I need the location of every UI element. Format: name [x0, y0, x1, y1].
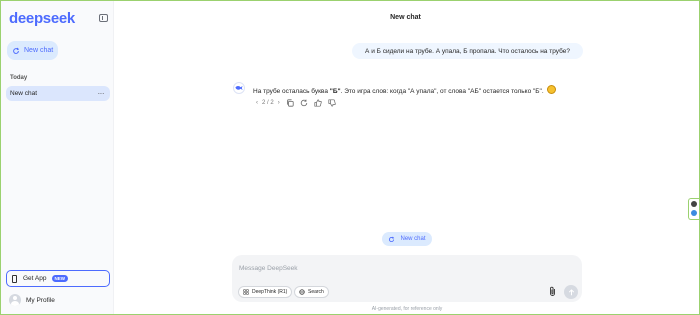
paperclip-icon[interactable]	[548, 286, 557, 297]
new-badge: NEW	[51, 275, 68, 282]
thumbs-down-icon[interactable]	[328, 99, 336, 107]
section-heading-today: Today	[10, 75, 28, 81]
search-label: Search	[308, 289, 324, 295]
response-pager: 2 / 2	[262, 100, 274, 106]
new-chat-label: New chat	[24, 47, 54, 54]
user-message-bubble: А и Б сидели на трубе. А упала, Б пропал…	[352, 43, 583, 59]
phone-icon	[12, 274, 17, 283]
my-profile-label: My Profile	[26, 296, 55, 304]
prev-response-icon[interactable]: ‹	[256, 100, 258, 106]
user-message-text: А и Б сидели на трубе. А упала, Б пропал…	[365, 47, 570, 55]
browser-extension-widget[interactable]	[688, 198, 699, 220]
regenerate-icon[interactable]	[300, 99, 308, 107]
thumbs-up-icon[interactable]	[314, 99, 322, 107]
assistant-message: На трубе осталась буква "Б". Это игра сл…	[253, 85, 557, 95]
chat-history-item[interactable]: New chat ···	[6, 86, 110, 101]
get-app-label: Get App	[23, 275, 47, 282]
get-app-button[interactable]: Get App NEW	[6, 270, 110, 287]
globe-icon	[299, 289, 305, 295]
more-options-icon[interactable]: ···	[98, 89, 105, 98]
message-input[interactable]	[237, 260, 561, 276]
deepseek-whale-icon	[233, 82, 245, 94]
new-chat-button[interactable]: New chat	[7, 41, 58, 60]
extension-badge-icon[interactable]	[691, 210, 697, 216]
avatar-icon	[9, 294, 21, 306]
arrow-up-icon	[568, 288, 574, 295]
search-toggle[interactable]: Search	[294, 286, 329, 298]
message-toolbar: ‹ 2 / 2 ›	[256, 99, 336, 107]
copy-icon[interactable]	[286, 99, 294, 107]
deepthink-label: DeepThink (R1)	[252, 289, 288, 295]
ai-disclaimer: AI-generated, for reference only	[371, 306, 443, 312]
new-chat-floating-button[interactable]: New chat	[382, 232, 432, 246]
next-response-icon[interactable]: ›	[278, 100, 280, 106]
assistant-text-bold: "Б"	[329, 88, 341, 95]
chat-history-item-label: New chat	[10, 90, 38, 97]
assistant-text-after: . Это игра слов: когда "А упала", от сло…	[340, 88, 544, 95]
atom-icon	[243, 289, 249, 295]
deepthink-toggle[interactable]: DeepThink (R1)	[238, 286, 293, 298]
extension-close-icon[interactable]	[691, 201, 697, 207]
sidebar: deepseek New chat Today New chat ··· Get…	[1, 1, 114, 314]
message-composer: DeepThink (R1) Search	[232, 255, 582, 302]
smile-emoji-icon	[547, 85, 557, 94]
new-chat-icon	[389, 236, 395, 242]
assistant-text-before: На трубе осталась буква	[253, 88, 330, 95]
sidebar-collapse-icon[interactable]	[99, 14, 108, 22]
my-profile-button[interactable]: My Profile	[9, 294, 55, 306]
new-chat-icon	[13, 47, 20, 54]
deepseek-logo[interactable]: deepseek	[9, 10, 75, 27]
page-title: New chat	[390, 14, 421, 21]
new-chat-floating-label: New chat	[400, 236, 426, 242]
send-button[interactable]	[564, 285, 578, 299]
